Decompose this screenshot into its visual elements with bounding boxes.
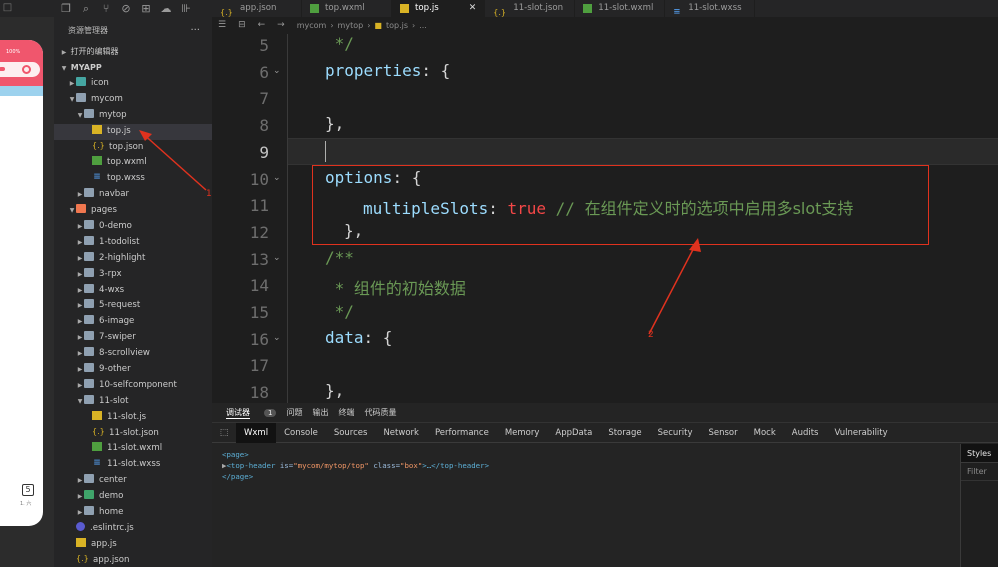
dom-attr: is= (275, 461, 294, 470)
devtools-tab-sensor[interactable]: Sensor (700, 423, 745, 443)
annotation-label-1: 1 (206, 189, 212, 199)
dom-val: "box" (400, 461, 423, 470)
devtools-tab-console[interactable]: Console (276, 423, 326, 443)
devtools-tab-mock[interactable]: Mock (746, 423, 784, 443)
devtools-tab-network[interactable]: Network (375, 423, 427, 443)
dom-tag: </page> (222, 472, 254, 481)
wxml-tree[interactable]: <page> ▶<top-header is="mycom/mytop/top"… (212, 444, 960, 567)
devtools-tab-wxml[interactable]: Wxml (236, 422, 277, 443)
devtools-tab-appdata[interactable]: AppData (547, 423, 600, 443)
devtools-top-tab[interactable]: 调试器 (226, 407, 250, 419)
styles-filter-input[interactable]: Filter (961, 463, 998, 481)
devtools-tab-performance[interactable]: Performance (427, 423, 497, 443)
dom-page-open[interactable]: <page> (212, 449, 960, 460)
dom-val: "mycom/mytop/top" (293, 461, 369, 470)
styles-sidebar: Styles Filter (960, 444, 998, 567)
devtools-tab-audits[interactable]: Audits (784, 423, 827, 443)
devtools-top-tab[interactable]: 代码质量 (364, 407, 396, 418)
dom-page-close[interactable]: </page> (212, 471, 960, 482)
devtools-tab-sources[interactable]: Sources (326, 423, 376, 443)
devtools-tab-memory[interactable]: Memory (497, 423, 548, 443)
devtools-tab-vulnerability[interactable]: Vulnerability (827, 423, 896, 443)
devtools-tab-security[interactable]: Security (650, 423, 701, 443)
dom-tag: <page> (222, 450, 249, 459)
devtools-tab-storage[interactable]: Storage (600, 423, 649, 443)
devtools-top-tabs: 调试器 1 问题 输出 终端 代码质量 (212, 403, 998, 423)
styles-tab[interactable]: Styles (961, 444, 998, 463)
devtools-top-tab[interactable]: 终端 (338, 407, 354, 418)
devtools-top-tab[interactable]: 问题 (286, 407, 302, 418)
devtools-tabs: ⬚ Wxml Console Sources Network Performance Me… (212, 422, 998, 443)
issue-count-badge: 1 (264, 408, 277, 417)
ide-window: □ 100% 5 1. 六 ❐ ⌕ ⑂ ⊘ ⊞ ☁ ⊪ 资源管理器 ··· ▶ … (0, 0, 998, 567)
dom-tag: >…</top-header> (422, 461, 490, 470)
devtools-top-tab[interactable]: 输出 (312, 407, 328, 418)
dom-tag: <top-header (226, 461, 276, 470)
devtools-panel: 调试器 1 问题 输出 终端 代码质量 ⬚ Wxml Console Sources Netwo… (212, 403, 998, 567)
dom-attr: class= (368, 461, 401, 470)
inspect-icon[interactable]: ⬚ (212, 423, 236, 443)
dom-top-header[interactable]: ▶<top-header is="mycom/mytop/top" class=… (212, 460, 960, 471)
